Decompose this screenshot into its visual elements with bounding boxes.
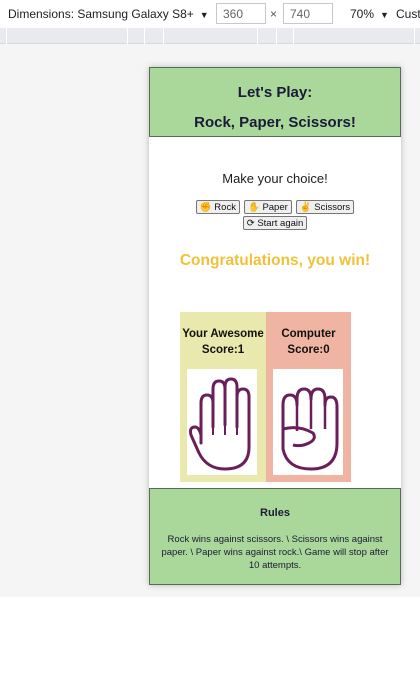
paper-hand-icon: ✋ [247,202,260,213]
scissors-button[interactable]: ✌ Scissors [295,200,355,214]
device-viewport: Let's Play: Rock, Paper, Scissors! Make … [149,67,401,585]
page-title-line1: Let's Play: [237,84,313,101]
computer-hand-box [273,369,343,475]
caret-down-icon: ▼ [380,10,389,20]
device-select[interactable]: Dimensions: Samsung Galaxy S8+ ▼ [8,7,209,21]
ruler-tick [144,28,145,44]
start-again-label: Start again [257,218,304,229]
restart-row: ⟳ Start again [149,216,401,230]
dimension-separator: × [270,7,278,21]
scissors-hand-icon: ✌ [299,202,312,213]
paper-hand-icon [189,377,251,471]
width-input[interactable]: 360 [216,3,266,24]
page-title-line2: Rock, Paper, Scissors! [194,114,356,131]
player-hand-box [187,369,257,475]
choice-prompt: Make your choice! [222,171,328,186]
page-header: Let's Play: Rock, Paper, Scissors! [149,67,401,137]
caret-down-icon: ▼ [199,10,209,20]
rules-title: Rules [260,507,290,519]
ruler-tick [276,28,277,44]
more-options[interactable]: Cust [396,7,420,21]
zoom-select[interactable]: 70% ▼ [350,7,389,21]
choice-buttons: ✊ Rock ✋ Paper ✌ Scissors [149,200,401,214]
zoom-label: 70% [350,7,375,21]
rules-section: Rules Rock wins against scissors. \ Scis… [149,488,401,585]
ruler-tick [257,28,258,44]
media-query-ruler[interactable] [0,28,420,44]
rock-button-label: Rock [214,202,236,213]
rock-hand-icon: ✊ [199,202,212,213]
player-score-panel: Your Awesome Score:1 [180,312,266,482]
scissors-button-label: Scissors [314,202,351,213]
ruler-tick [6,28,7,44]
rock-button[interactable]: ✊ Rock [195,200,240,214]
player-score-label: Your Awesome Score:1 [182,328,264,356]
refresh-icon: ⟳ [246,218,255,229]
computer-score-panel: Computer Score:0 [266,312,351,482]
paper-button-label: Paper [262,202,288,213]
computer-score-label: Computer Score:0 [281,328,336,356]
device-label: Dimensions: Samsung Galaxy S8+ [8,7,194,21]
ruler-tick [127,28,128,44]
ruler-tick [293,28,294,44]
height-input[interactable]: 740 [283,3,333,24]
scoreboard: Your Awesome Score:1 Computer Score:0 [180,312,351,482]
start-again-button[interactable]: ⟳ Start again [242,216,308,230]
rock-hand-icon [281,387,339,471]
rules-text: Rock wins against scissors. \ Scissors w… [161,534,389,571]
ruler-tick [414,28,415,44]
ruler-tick [163,28,164,44]
devtools-toolbar: Dimensions: Samsung Galaxy S8+ ▼ 360 × 74… [0,0,420,28]
paper-button[interactable]: ✋ Paper [243,200,292,214]
result-message: Congratulations, you win! [179,252,371,269]
